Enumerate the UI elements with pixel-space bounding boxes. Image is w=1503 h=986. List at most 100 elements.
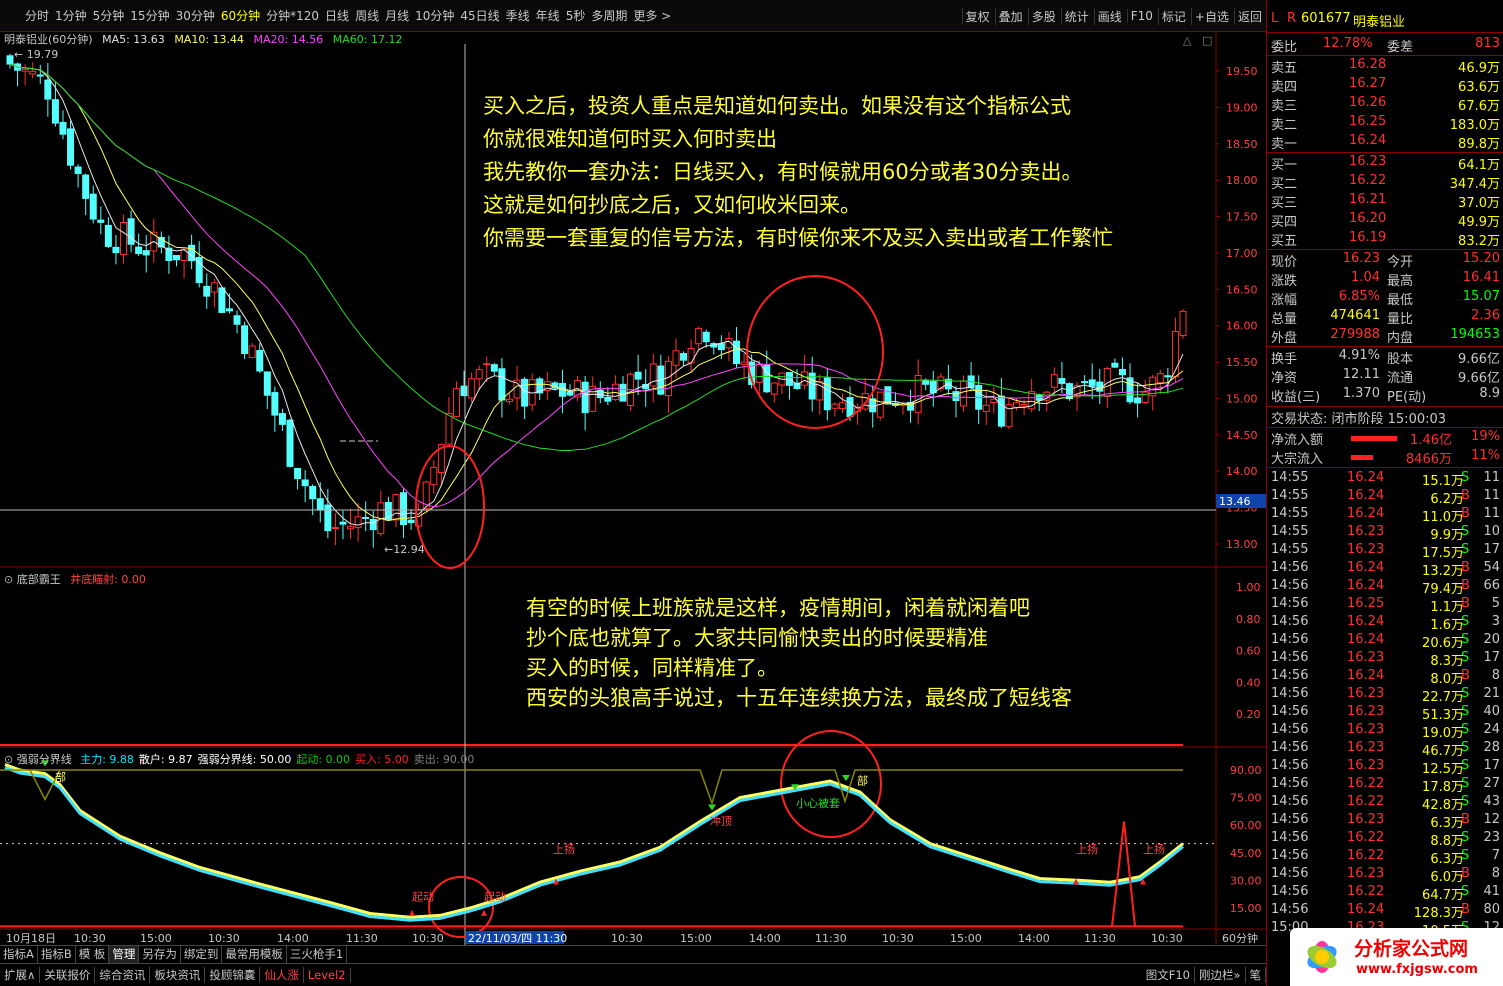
indicator-tab[interactable]: 指标A bbox=[0, 946, 38, 963]
info-tab[interactable]: 综合资讯 bbox=[95, 967, 151, 983]
panel3-field: 散户: 9.87 bbox=[138, 753, 193, 766]
x-cursor-label: 22/11/03/四 11:30 bbox=[468, 932, 567, 945]
indicator-tab[interactable]: 管理 bbox=[109, 946, 140, 963]
quote-text: 14:56 bbox=[1271, 596, 1309, 611]
quote-text: 6.0万 bbox=[1430, 870, 1464, 885]
info-tab[interactable]: 关联报价 bbox=[40, 967, 96, 983]
candle-body bbox=[960, 380, 968, 407]
side-button[interactable]: 笔 bbox=[1246, 967, 1266, 983]
quote-text: 21 bbox=[1483, 686, 1500, 701]
quote-text: 16.23 bbox=[1347, 650, 1385, 665]
candle-body bbox=[611, 383, 619, 400]
candle-body bbox=[475, 369, 483, 380]
info-tab[interactable]: 板块资讯 bbox=[150, 967, 206, 983]
candle-body bbox=[127, 218, 135, 245]
quote-text: 41 bbox=[1483, 884, 1500, 899]
quote-text: 收益(三) bbox=[1271, 390, 1321, 405]
side-button[interactable]: 图文F10 bbox=[1142, 967, 1195, 983]
quote-text: 6.3万 bbox=[1430, 816, 1464, 831]
quote-text: 6.2万 bbox=[1430, 492, 1464, 507]
quote-text: 17.5万 bbox=[1422, 546, 1464, 561]
quote-text: S bbox=[1461, 848, 1470, 863]
candle-body bbox=[1088, 379, 1096, 387]
panel3-field: 强弱分界线: 50.00 bbox=[197, 753, 292, 766]
side-button[interactable]: 刚边栏» bbox=[1195, 967, 1246, 983]
indicator-tab[interactable]: 模 板 bbox=[76, 946, 110, 963]
quote-text: 183.0万 bbox=[1449, 118, 1500, 133]
panel2-notes: 有空的时候上班族就是这样，疫情期间，闲着就闲着吧 抄个底也就算了。大家共同愉快卖… bbox=[526, 593, 1072, 713]
bid-row: 买四 16.20 49.9万 bbox=[1267, 211, 1503, 230]
panel-collapse-icon[interactable]: ⊙ bbox=[4, 573, 13, 586]
candle-body bbox=[1164, 375, 1172, 378]
quote-text: 16.23 bbox=[1342, 251, 1380, 266]
ma20-legend: MA20: 14.56 bbox=[253, 33, 324, 46]
quote-text: 11 bbox=[1483, 506, 1500, 521]
tick-row: 14:55 16.23 9.9万 S 10 bbox=[1267, 524, 1503, 543]
tick-row: 14:56 16.25 1.1万 B 5 bbox=[1267, 596, 1503, 615]
candle-body bbox=[634, 371, 642, 380]
candle-body bbox=[362, 516, 370, 519]
panel2-title: 底部霸王 bbox=[16, 573, 61, 586]
candle-body bbox=[929, 380, 937, 394]
quote-text: B bbox=[1461, 578, 1470, 593]
quote-text: 46.7万 bbox=[1422, 744, 1464, 759]
info-tab[interactable]: 投顾锦囊 bbox=[205, 967, 261, 983]
indicator-tab[interactable]: 指标B bbox=[38, 946, 76, 963]
bid-row: 买二 16.22 347.4万 bbox=[1267, 173, 1503, 192]
candle-body bbox=[309, 486, 317, 500]
info-tab[interactable]: 扩展∧ bbox=[0, 967, 41, 983]
quote-text: 总量 bbox=[1271, 312, 1298, 327]
candle-body bbox=[354, 516, 362, 528]
quote-text: 49.9万 bbox=[1458, 215, 1500, 230]
quote-text: B bbox=[1461, 812, 1470, 827]
candle-body bbox=[505, 398, 513, 403]
indicator-tab[interactable]: 最常用模板 bbox=[222, 946, 287, 963]
quote-text: 14:55 bbox=[1271, 488, 1309, 503]
quote-text: 9.9万 bbox=[1430, 528, 1464, 543]
quote-text: 43 bbox=[1483, 794, 1500, 809]
note-line: 抄个底也就算了。大家共同愉快卖出的时候要精准 bbox=[526, 626, 988, 650]
quote-text: 买一 bbox=[1271, 158, 1298, 173]
candle-body bbox=[801, 371, 809, 386]
candle-body bbox=[44, 79, 52, 100]
flower-logo-icon bbox=[1307, 941, 1337, 973]
quote-text: 37.0万 bbox=[1458, 196, 1500, 211]
quote-text: 16.23 bbox=[1347, 722, 1385, 737]
tick-row: 14:56 16.23 19.0万 S 24 bbox=[1267, 722, 1503, 741]
quote-text: B bbox=[1461, 506, 1470, 521]
quote-text: 15.07 bbox=[1462, 289, 1500, 304]
quote-text: 40 bbox=[1483, 704, 1500, 719]
indicator-tab[interactable]: 绑定到 bbox=[181, 946, 223, 963]
quote-text: B bbox=[1461, 560, 1470, 575]
margin-icon: R bbox=[1287, 11, 1297, 26]
x-axis-label: 10:30 bbox=[1151, 932, 1183, 945]
separator bbox=[1267, 406, 1503, 407]
panel3-field: 买入: 5.00 bbox=[355, 753, 409, 766]
info-tab[interactable]: Level2 bbox=[304, 968, 351, 982]
separator bbox=[1267, 427, 1503, 428]
quote-text: 外盘 bbox=[1271, 331, 1298, 346]
signal-label: 部 bbox=[857, 774, 868, 788]
quote-text: 14:56 bbox=[1271, 830, 1309, 845]
quote-text: 12 bbox=[1483, 812, 1500, 827]
candle-body bbox=[695, 327, 703, 345]
block-inflow-row: 大宗流入 8466万 11% bbox=[1267, 448, 1503, 467]
tick-row: 14:56 16.23 51.3万 S 40 bbox=[1267, 704, 1503, 723]
weibi-row: 委比 12.78% 委差 813 bbox=[1267, 36, 1503, 55]
candle-body bbox=[521, 378, 529, 407]
quote-text: 16.23 bbox=[1347, 704, 1385, 719]
y-tick-label: 0.20 bbox=[1236, 708, 1261, 721]
candle-body bbox=[347, 525, 355, 530]
signal-label: 起动 bbox=[412, 891, 434, 904]
indicator-tab[interactable]: 另存为 bbox=[139, 946, 181, 963]
quote-text: 卖二 bbox=[1271, 118, 1298, 133]
quote-text: 买四 bbox=[1271, 215, 1298, 230]
quote-text: 内盘 bbox=[1387, 331, 1414, 346]
indicator-tab[interactable]: 三火枪手1 bbox=[287, 946, 348, 963]
info-tab[interactable]: 仙人涨 bbox=[260, 967, 304, 983]
panel-collapse-icon[interactable]: ⊙ bbox=[4, 753, 13, 766]
candle-body bbox=[233, 315, 241, 325]
candle-body bbox=[286, 419, 294, 467]
quote-text: 9.66亿 bbox=[1458, 352, 1500, 367]
stat-row: 外盘 279988 内盘 194653 bbox=[1267, 327, 1503, 346]
